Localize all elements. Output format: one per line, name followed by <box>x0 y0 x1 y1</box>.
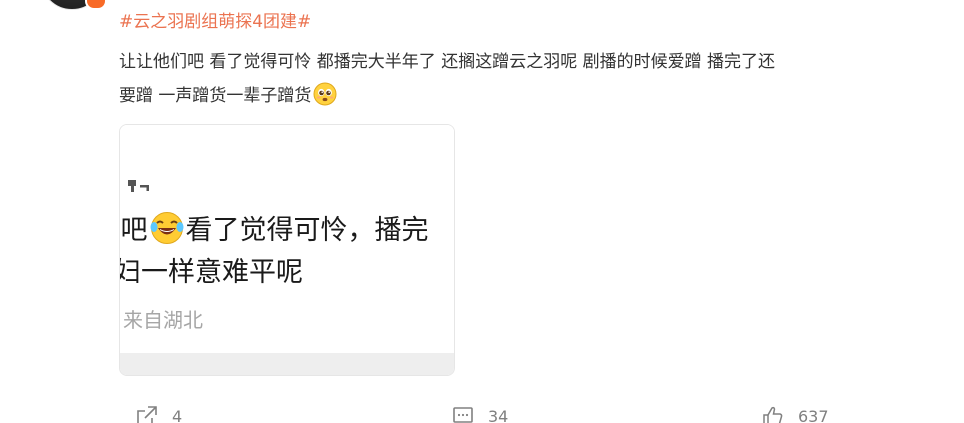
embedded-image-card[interactable]: ]吧 看了觉得可怜，播完 妇一样意难平呢 来自湖北 <box>119 124 455 376</box>
weibo-post: #云之羽剧组萌探4团建# 让让他们吧 看了觉得可怜 都播完大半年了 还搁这蹭云之… <box>0 0 964 423</box>
card-text-line-1: ]吧 看了觉得可怜，播完 <box>120 211 429 251</box>
like-count: 637 <box>798 406 829 423</box>
card-text-line-1-end: 看了觉得可怜，播完 <box>185 215 429 246</box>
comment-count: 34 <box>488 406 509 423</box>
repost-icon <box>137 406 157 423</box>
card-footer <box>120 353 454 375</box>
card-text-line-2: 妇一样意难平呢 <box>119 257 303 288</box>
repost-button[interactable]: 4 <box>136 404 182 423</box>
repost-count: 4 <box>172 406 183 423</box>
post-text-line-1: 让让他们吧 看了觉得可怜 都播完大半年了 还搁这蹭云之羽呢 剧播的时候爱蹭 播完… <box>119 52 776 72</box>
thumbs-up-icon <box>763 406 783 423</box>
card-location-text: 来自湖北 <box>123 308 203 332</box>
card-text-line-1-start: ]吧 <box>120 215 148 246</box>
comment-icon <box>453 407 473 423</box>
like-button[interactable]: 637 <box>762 404 829 423</box>
comment-button[interactable]: 34 <box>452 404 508 423</box>
post-text-line-2: 要蹭 一声蹭货一辈子蹭货 <box>119 79 934 113</box>
card-image: ]吧 看了觉得可怜，播完 妇一样意难平呢 来自湖北 <box>120 125 454 353</box>
pleading-face-emoji-icon <box>313 82 337 106</box>
comment-reply-icon <box>128 180 149 192</box>
verified-badge-icon <box>85 0 107 10</box>
topic-link[interactable]: #云之羽剧组萌探4团建# <box>119 9 311 35</box>
post-text-line-2-content: 要蹭 一声蹭货一辈子蹭货 <box>119 86 312 106</box>
tears-of-joy-emoji-icon <box>150 212 184 244</box>
post-text: 让让他们吧 看了觉得可怜 都播完大半年了 还搁这蹭云之羽呢 剧播的时候爱蹭 播完… <box>119 45 934 113</box>
